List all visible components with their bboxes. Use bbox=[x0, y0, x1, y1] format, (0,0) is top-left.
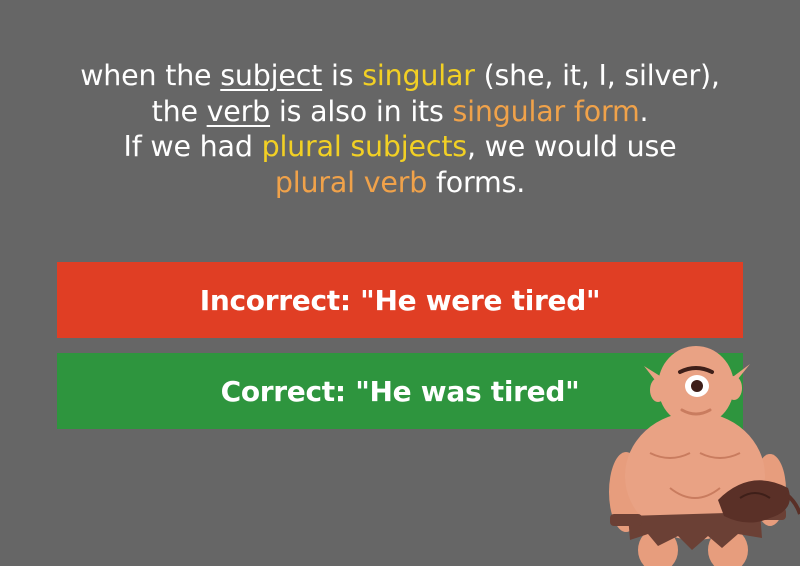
explanation-line-3: If we had plural subjects, we would use bbox=[0, 129, 800, 165]
incorrect-example-text: Incorrect: "He were tired" bbox=[199, 283, 601, 317]
term-verb: verb bbox=[206, 94, 271, 128]
text: when the bbox=[80, 59, 221, 92]
text: is bbox=[322, 59, 363, 92]
cyclops-ogre-icon bbox=[609, 346, 800, 566]
highlight-plural-subjects: plural subjects bbox=[261, 130, 468, 163]
highlight-singular: singular bbox=[362, 59, 475, 92]
correct-example-text: Correct: "He was tired" bbox=[220, 374, 580, 408]
explanation-line-2: the verb is also in its singular form. bbox=[0, 94, 800, 130]
incorrect-example-banner: Incorrect: "He were tired" bbox=[57, 262, 743, 338]
text: . bbox=[639, 94, 649, 128]
highlight-plural-verb: plural verb bbox=[274, 165, 428, 199]
explanation-line-1: when the subject is singular (she, it, I… bbox=[0, 58, 800, 94]
highlight-singular-form: singular form bbox=[452, 94, 640, 128]
text: the bbox=[151, 94, 207, 128]
term-subject: subject bbox=[220, 59, 323, 92]
text: (she, it, I, silver), bbox=[474, 59, 720, 92]
text: forms. bbox=[427, 165, 526, 199]
text: , we would use bbox=[466, 130, 677, 163]
text: If we had bbox=[123, 130, 262, 163]
explanation-line-4: plural verb forms. bbox=[0, 165, 800, 201]
text: is also in its bbox=[270, 94, 453, 128]
grammar-explanation: when the subject is singular (she, it, I… bbox=[0, 58, 800, 200]
